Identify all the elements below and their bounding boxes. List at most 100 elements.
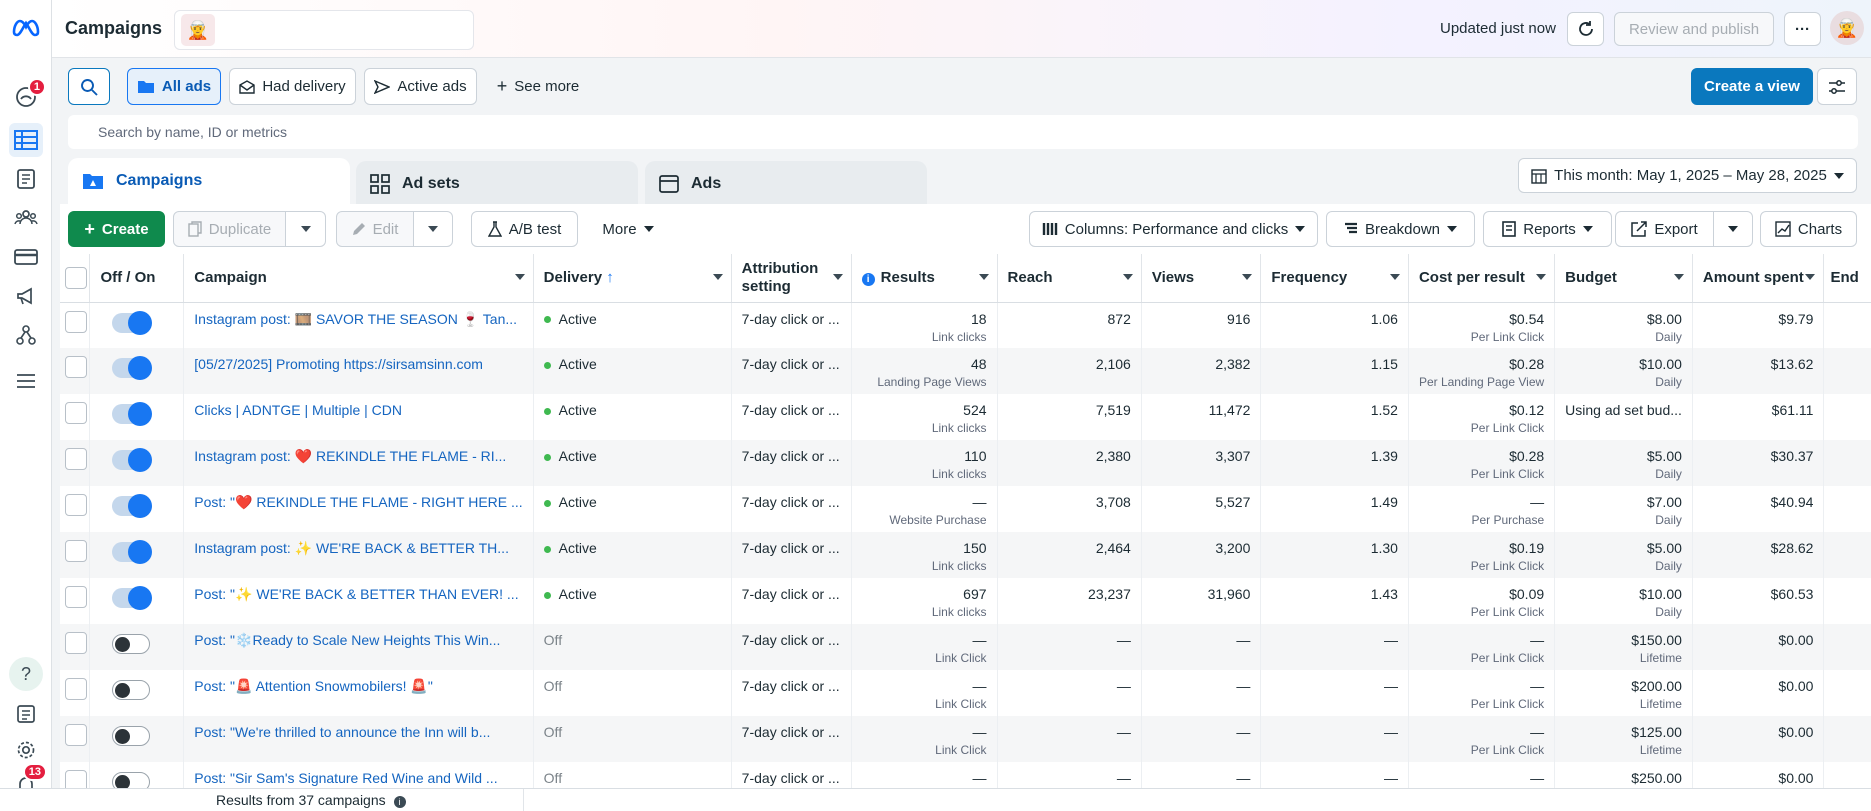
row-checkbox[interactable] bbox=[65, 586, 87, 608]
chevron-down-icon[interactable] bbox=[1242, 274, 1253, 280]
on-off-toggle[interactable] bbox=[112, 540, 153, 564]
col-results[interactable]: i Results bbox=[851, 254, 998, 303]
col-amount-spent[interactable]: Amount spent bbox=[1692, 254, 1825, 303]
search-toggle-button[interactable] bbox=[68, 68, 110, 105]
filter-all-ads[interactable]: All ads bbox=[127, 68, 221, 105]
table-row[interactable]: Post: "❄️Ready to Scale New Heights This… bbox=[60, 624, 1871, 670]
filter-active-ads[interactable]: Active ads bbox=[364, 68, 477, 105]
see-more-button[interactable]: + See more bbox=[488, 68, 588, 105]
row-checkbox[interactable] bbox=[65, 540, 87, 562]
on-off-toggle[interactable] bbox=[112, 586, 153, 610]
tab-campaigns[interactable]: Campaigns bbox=[68, 158, 350, 204]
table-row[interactable]: Post: "❤️ REKINDLE THE FLAME - RIGHT HER… bbox=[60, 486, 1871, 532]
campaign-name-link[interactable]: [05/27/2025] Promoting https://sirsamsin… bbox=[194, 356, 483, 372]
refresh-button[interactable] bbox=[1567, 12, 1604, 46]
table-row[interactable]: Post: "We're thrilled to announce the In… bbox=[60, 716, 1871, 762]
col-reach[interactable]: Reach bbox=[997, 254, 1142, 303]
col-views[interactable]: Views bbox=[1141, 254, 1262, 303]
more-actions-button[interactable]: More bbox=[586, 211, 670, 247]
campaign-name-link[interactable]: Post: "✨ WE'RE BACK & BETTER THAN EVER! … bbox=[194, 586, 518, 602]
megaphone-icon[interactable] bbox=[9, 279, 43, 313]
table-row[interactable]: Instagram post: ✨ WE'RE BACK & BETTER TH… bbox=[60, 532, 1871, 578]
campaign-name-link[interactable]: Post: "❤️ REKINDLE THE FLAME - RIGHT HER… bbox=[194, 494, 522, 510]
select-all-checkbox[interactable] bbox=[65, 266, 87, 289]
chevron-down-icon[interactable] bbox=[1389, 274, 1400, 280]
table-row[interactable]: Post: "✨ WE'RE BACK & BETTER THAN EVER! … bbox=[60, 578, 1871, 624]
export-button[interactable]: Export bbox=[1615, 211, 1714, 247]
campaigns-table-icon[interactable] bbox=[9, 123, 43, 157]
chevron-down-icon[interactable] bbox=[712, 274, 723, 280]
on-off-toggle[interactable] bbox=[112, 310, 153, 335]
campaign-name-link[interactable]: Instagram post: 🎞️ SAVOR THE SEASON 🍷 Ta… bbox=[194, 311, 517, 327]
search-input[interactable]: Search by name, ID or metrics bbox=[68, 115, 1858, 149]
table-row[interactable]: [05/27/2025] Promoting https://sirsamsin… bbox=[60, 348, 1871, 394]
help-icon[interactable]: ? bbox=[9, 657, 43, 691]
col-cost-per-result[interactable]: Cost per result bbox=[1408, 254, 1556, 303]
row-checkbox[interactable] bbox=[65, 724, 87, 746]
campaign-name-link[interactable]: Post: "We're thrilled to announce the In… bbox=[194, 724, 490, 740]
col-attribution[interactable]: Attribution setting bbox=[731, 254, 852, 303]
chevron-down-icon[interactable] bbox=[1673, 274, 1684, 280]
on-off-toggle[interactable] bbox=[112, 494, 153, 518]
row-checkbox[interactable] bbox=[65, 356, 87, 378]
filter-had-delivery[interactable]: Had delivery bbox=[229, 68, 356, 105]
campaign-name-link[interactable]: Post: "🚨 Attention Snowmobilers! 🚨" bbox=[194, 678, 433, 694]
table-row[interactable]: Instagram post: 🎞️ SAVOR THE SEASON 🍷 Ta… bbox=[60, 302, 1871, 348]
more-options-button[interactable]: ··· bbox=[1784, 12, 1821, 46]
ab-test-button[interactable]: A/B test bbox=[471, 211, 578, 247]
tab-ads[interactable]: Ads bbox=[645, 161, 927, 207]
documents-icon[interactable] bbox=[9, 697, 43, 731]
duplicate-dropdown[interactable] bbox=[285, 211, 326, 247]
charts-button[interactable]: Charts bbox=[1760, 211, 1857, 247]
user-avatar[interactable]: 🧝 bbox=[1830, 11, 1864, 45]
col-off-on[interactable]: Off / On bbox=[89, 254, 185, 303]
campaign-name-link[interactable]: Post: "❄️Ready to Scale New Heights This… bbox=[194, 632, 500, 648]
events-manager-icon[interactable] bbox=[9, 318, 43, 352]
table-row[interactable]: Clicks | ADNTGE | Multiple | CDN Active 7-… bbox=[60, 394, 1871, 440]
table-row[interactable]: Instagram post: ❤️ REKINDLE THE FLAME - … bbox=[60, 440, 1871, 486]
campaign-name-link[interactable]: Instagram post: ❤️ REKINDLE THE FLAME - … bbox=[194, 448, 506, 464]
info-icon[interactable]: i bbox=[393, 796, 406, 808]
ad-account-selector[interactable]: 🧝 bbox=[174, 10, 474, 50]
row-checkbox[interactable] bbox=[65, 632, 87, 654]
table-row[interactable]: Post: "🚨 Attention Snowmobilers! 🚨" Off 7-… bbox=[60, 670, 1871, 716]
col-frequency[interactable]: Frequency bbox=[1260, 254, 1409, 303]
chevron-down-icon[interactable] bbox=[1805, 274, 1816, 280]
settings-gear-icon[interactable] bbox=[9, 733, 43, 767]
edit-button[interactable]: Edit bbox=[336, 211, 414, 247]
row-checkbox[interactable] bbox=[65, 448, 87, 470]
breakdown-button[interactable]: Breakdown bbox=[1326, 211, 1475, 247]
view-settings-button[interactable] bbox=[1817, 68, 1857, 105]
menu-icon[interactable] bbox=[9, 364, 43, 398]
chevron-down-icon[interactable] bbox=[514, 274, 525, 280]
chevron-down-icon[interactable] bbox=[1536, 274, 1547, 280]
account-overview-icon[interactable]: 1 bbox=[9, 78, 46, 114]
campaign-name-link[interactable]: Post: "Sir Sam's Signature Red Wine and … bbox=[194, 770, 497, 786]
campaign-name-link[interactable]: Instagram post: ✨ WE'RE BACK & BETTER TH… bbox=[194, 540, 509, 556]
on-off-toggle[interactable] bbox=[112, 680, 151, 700]
date-range-picker[interactable]: This month: May 1, 2025 – May 28, 2025 bbox=[1518, 158, 1857, 193]
col-delivery[interactable]: Delivery ↑ bbox=[533, 254, 732, 303]
chevron-down-icon[interactable] bbox=[1122, 274, 1133, 280]
on-off-toggle[interactable] bbox=[112, 634, 151, 654]
on-off-toggle[interactable] bbox=[112, 726, 151, 746]
edit-dropdown[interactable] bbox=[413, 211, 453, 247]
on-off-toggle[interactable] bbox=[112, 356, 153, 380]
on-off-toggle[interactable] bbox=[112, 448, 153, 472]
billing-icon[interactable] bbox=[9, 240, 43, 274]
col-campaign[interactable]: Campaign bbox=[183, 254, 534, 303]
audiences-icon[interactable] bbox=[9, 201, 43, 235]
row-checkbox[interactable] bbox=[65, 402, 87, 424]
col-budget[interactable]: Budget bbox=[1554, 254, 1693, 303]
chevron-down-icon[interactable] bbox=[832, 274, 843, 280]
create-button[interactable]: + Create bbox=[68, 211, 165, 247]
create-view-button[interactable]: Create a view bbox=[1691, 68, 1813, 105]
on-off-toggle[interactable] bbox=[112, 402, 153, 426]
review-publish-button[interactable]: Review and publish bbox=[1614, 12, 1774, 46]
chevron-down-icon[interactable] bbox=[978, 274, 989, 280]
row-checkbox[interactable] bbox=[65, 310, 87, 333]
campaign-name-link[interactable]: Clicks | ADNTGE | Multiple | CDN bbox=[194, 402, 402, 418]
row-checkbox[interactable] bbox=[65, 678, 87, 700]
export-dropdown[interactable] bbox=[1713, 211, 1753, 247]
reports-button[interactable]: Reports bbox=[1483, 211, 1612, 247]
